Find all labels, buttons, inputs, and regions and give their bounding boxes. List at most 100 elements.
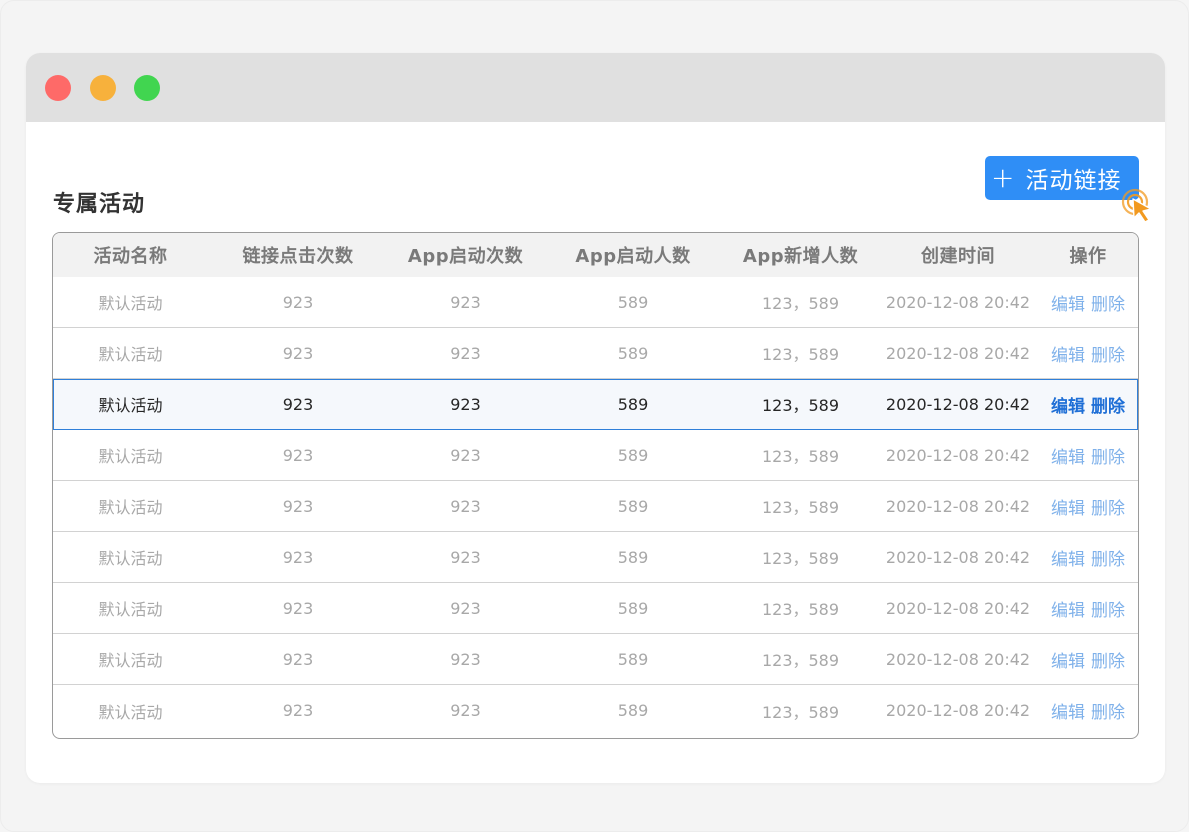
page-title: 专属活动: [53, 192, 146, 217]
delete-link[interactable]: 删除: [1091, 698, 1125, 723]
link-clicks-cell: 923: [282, 598, 314, 618]
link-clicks-cell: 923: [282, 343, 314, 363]
table-row[interactable]: 默认活动 923 923 589 123，589 2020-12-08 20:42 编辑 删除: [53, 583, 1138, 634]
app-users-cell: 589: [617, 547, 649, 567]
close-window-button[interactable]: [45, 75, 71, 101]
app-new-users-cell: 123，589: [761, 447, 840, 466]
edit-link[interactable]: 编辑: [1051, 341, 1085, 366]
table-row[interactable]: 默认活动 923 923 589 123，589 2020-12-08 20:42 编辑 删除: [53, 277, 1138, 328]
actions-cell: 编辑 删除: [1038, 481, 1138, 531]
created-time-cell: 2020-12-08 20:42: [885, 496, 1031, 516]
plus-icon: +: [991, 161, 1016, 194]
activity-name-cell: 默认活动: [98, 498, 163, 517]
add-activity-link-label: 活动链接: [1025, 168, 1122, 194]
created-time-cell: 2020-12-08 20:42: [885, 547, 1031, 567]
edit-link[interactable]: 编辑: [1051, 494, 1085, 519]
edit-link[interactable]: 编辑: [1051, 545, 1085, 570]
delete-link[interactable]: 删除: [1091, 494, 1125, 519]
activity-name-cell: 默认活动: [98, 549, 163, 568]
app-users-cell: 589: [617, 292, 649, 312]
delete-link[interactable]: 删除: [1091, 392, 1125, 417]
table-body: 默认活动 923 923 589 123，589 2020-12-08 20:42 编辑 删除…: [53, 277, 1138, 736]
table-row[interactable]: 默认活动 923 923 589 123，589 2020-12-08 20:42 编辑 删除: [53, 379, 1138, 430]
activity-table: 活动名称 链接点击次数 App启动次数 App启动人数 App新增人数 创建时间 操作 默认…: [52, 232, 1139, 739]
activity-name-cell: 默认活动: [98, 702, 163, 722]
app-launches-cell: 923: [450, 292, 481, 312]
actions-cell: 编辑 删除: [1038, 328, 1138, 378]
app-new-users-cell: 123，589: [761, 396, 840, 415]
app-users-cell: 589: [617, 598, 649, 618]
column-header-actions-col: 操作: [1069, 246, 1107, 267]
app-new-users-cell: 123，589: [761, 294, 840, 313]
table-row[interactable]: 默认活动 923 923 589 123，589 2020-12-08 20:42 编辑 删除: [53, 481, 1138, 532]
created-time-cell: 2020-12-08 20:42: [885, 292, 1031, 312]
actions-cell: 编辑 删除: [1038, 277, 1138, 327]
edit-link[interactable]: 编辑: [1051, 596, 1085, 621]
activity-name-cell: 默认活动: [98, 345, 163, 364]
app-launches-cell: 923: [450, 496, 481, 516]
app-new-users-cell: 123，589: [761, 702, 840, 722]
created-time-cell: 2020-12-08 20:42: [885, 649, 1031, 669]
activity-name-cell: 默认活动: [98, 294, 163, 313]
app-launches-cell: 923: [450, 343, 481, 363]
app-users-cell: 589: [617, 701, 649, 720]
created-time-cell: 2020-12-08 20:42: [885, 343, 1031, 363]
activity-name-cell: 默认活动: [98, 447, 163, 466]
activity-name-cell: 默认活动: [98, 651, 163, 670]
column-header-created-col: 创建时间: [921, 246, 995, 267]
app-new-users-cell: 123，589: [761, 345, 840, 364]
app-users-cell: 589: [617, 394, 649, 414]
column-header-name-col: 活动名称: [93, 246, 168, 267]
link-clicks-cell: 923: [282, 394, 314, 414]
link-clicks-cell: 923: [282, 701, 314, 720]
column-header-users-col: App启动人数: [575, 246, 691, 267]
column-header-clicks-col: 链接点击次数: [242, 246, 354, 267]
actions-cell: 编辑 删除: [1038, 583, 1138, 633]
table-row[interactable]: 默认活动 923 923 589 123，589 2020-12-08 20:42 编辑 删除: [53, 430, 1138, 481]
page-background: 专属活动 + 活动链接 活动名称 链接点击次数 App启动次数 App启动人数 App新…: [0, 0, 1189, 832]
delete-link[interactable]: 删除: [1091, 647, 1125, 672]
created-time-cell: 2020-12-08 20:42: [885, 701, 1031, 720]
edit-link[interactable]: 编辑: [1051, 443, 1085, 468]
actions-cell: 编辑 删除: [1038, 634, 1138, 684]
edit-link[interactable]: 编辑: [1051, 290, 1085, 315]
window-titlebar: [26, 53, 1165, 122]
maximize-window-button[interactable]: [134, 75, 160, 101]
edit-link[interactable]: 编辑: [1051, 698, 1085, 723]
column-header-launches-col: App启动次数: [407, 246, 524, 267]
table-row[interactable]: 默认活动 923 923 589 123，589 2020-12-08 20:42 编辑 删除: [53, 685, 1138, 736]
actions-cell: 编辑 删除: [1038, 430, 1138, 480]
app-new-users-cell: 123，589: [761, 651, 840, 670]
app-new-users-cell: 123，589: [761, 498, 840, 517]
app-launches-cell: 923: [450, 445, 481, 465]
actions-cell: 编辑 删除: [1038, 532, 1138, 582]
column-header-new-users-col: App新增人数: [742, 246, 859, 267]
app-launches-cell: 923: [450, 649, 481, 669]
link-clicks-cell: 923: [282, 496, 314, 516]
app-window: 专属活动 + 活动链接 活动名称 链接点击次数 App启动次数 App启动人数 App新…: [26, 53, 1165, 783]
app-users-cell: 589: [617, 496, 649, 516]
delete-link[interactable]: 删除: [1091, 443, 1125, 468]
app-users-cell: 589: [617, 445, 649, 465]
app-launches-cell: 923: [450, 547, 481, 567]
app-new-users-cell: 123，589: [761, 600, 840, 619]
actions-cell: 编辑 删除: [1038, 379, 1138, 429]
delete-link[interactable]: 删除: [1091, 290, 1125, 315]
activity-name-cell: 默认活动: [98, 396, 163, 415]
edit-link[interactable]: 编辑: [1051, 392, 1085, 417]
delete-link[interactable]: 删除: [1091, 545, 1125, 570]
add-activity-link-button[interactable]: + 活动链接: [985, 156, 1139, 200]
delete-link[interactable]: 删除: [1091, 596, 1125, 621]
link-clicks-cell: 923: [282, 445, 314, 465]
minimize-window-button[interactable]: [90, 75, 116, 101]
actions-cell: 编辑 删除: [1038, 685, 1138, 736]
table-row[interactable]: 默认活动 923 923 589 123，589 2020-12-08 20:42 编辑 删除: [53, 328, 1138, 379]
table-row[interactable]: 默认活动 923 923 589 123，589 2020-12-08 20:42 编辑 删除: [53, 634, 1138, 685]
app-users-cell: 589: [617, 343, 649, 363]
delete-link[interactable]: 删除: [1091, 341, 1125, 366]
table-row[interactable]: 默认活动 923 923 589 123，589 2020-12-08 20:42 编辑 删除: [53, 532, 1138, 583]
edit-link[interactable]: 编辑: [1051, 647, 1085, 672]
activity-name-cell: 默认活动: [98, 600, 163, 619]
app-new-users-cell: 123，589: [761, 549, 840, 568]
created-time-cell: 2020-12-08 20:42: [885, 598, 1031, 618]
